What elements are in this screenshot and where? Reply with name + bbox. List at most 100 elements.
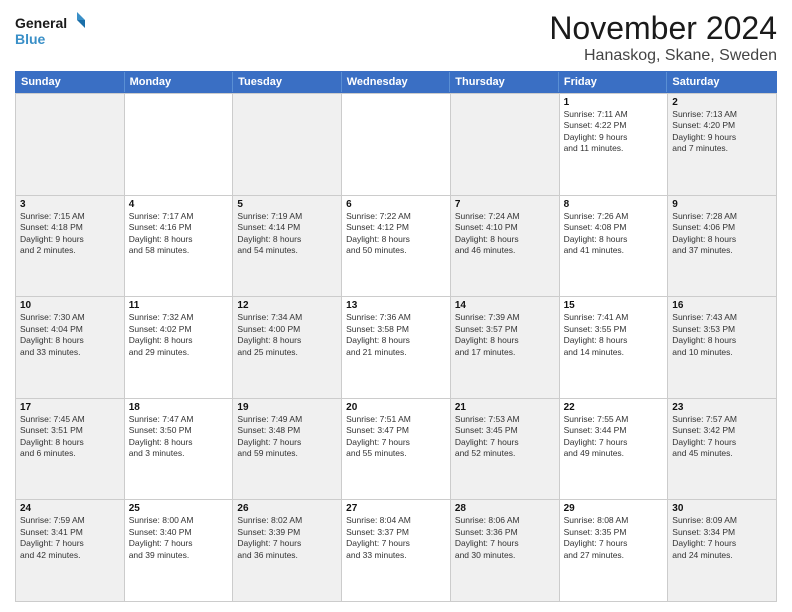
day-info-16: Sunrise: 7:43 AM Sunset: 3:53 PM Dayligh… bbox=[672, 312, 772, 358]
day-12: 12Sunrise: 7:34 AM Sunset: 4:00 PM Dayli… bbox=[233, 296, 342, 398]
header-friday: Friday bbox=[559, 72, 668, 92]
day-8: 8Sunrise: 7:26 AM Sunset: 4:08 PM Daylig… bbox=[560, 195, 669, 297]
day-number-10: 10 bbox=[20, 300, 120, 311]
week-row-1: 3Sunrise: 7:15 AM Sunset: 4:18 PM Daylig… bbox=[16, 195, 777, 297]
header-sunday: Sunday bbox=[16, 72, 125, 92]
empty-cell bbox=[342, 93, 451, 195]
svg-text:General: General bbox=[15, 15, 67, 31]
day-30: 30Sunrise: 8:09 AM Sunset: 3:34 PM Dayli… bbox=[668, 499, 777, 601]
day-number-27: 27 bbox=[346, 503, 446, 514]
day-number-8: 8 bbox=[564, 199, 664, 210]
day-number-23: 23 bbox=[672, 402, 772, 413]
day-number-16: 16 bbox=[672, 300, 772, 311]
week-row-2: 10Sunrise: 7:30 AM Sunset: 4:04 PM Dayli… bbox=[16, 296, 777, 398]
day-2: 2Sunrise: 7:13 AM Sunset: 4:20 PM Daylig… bbox=[668, 93, 777, 195]
calendar-body: 1Sunrise: 7:11 AM Sunset: 4:22 PM Daylig… bbox=[15, 93, 777, 602]
day-info-2: Sunrise: 7:13 AM Sunset: 4:20 PM Dayligh… bbox=[672, 109, 772, 155]
day-number-6: 6 bbox=[346, 199, 446, 210]
day-7: 7Sunrise: 7:24 AM Sunset: 4:10 PM Daylig… bbox=[451, 195, 560, 297]
day-5: 5Sunrise: 7:19 AM Sunset: 4:14 PM Daylig… bbox=[233, 195, 342, 297]
day-number-1: 1 bbox=[564, 97, 664, 108]
day-number-29: 29 bbox=[564, 503, 664, 514]
day-number-9: 9 bbox=[672, 199, 772, 210]
day-number-4: 4 bbox=[129, 199, 229, 210]
day-18: 18Sunrise: 7:47 AM Sunset: 3:50 PM Dayli… bbox=[125, 398, 234, 500]
page: General Blue November 2024 Hanaskog, Ska… bbox=[0, 0, 792, 612]
day-15: 15Sunrise: 7:41 AM Sunset: 3:55 PM Dayli… bbox=[560, 296, 669, 398]
header: General Blue November 2024 Hanaskog, Ska… bbox=[15, 10, 777, 65]
day-number-25: 25 bbox=[129, 503, 229, 514]
day-17: 17Sunrise: 7:45 AM Sunset: 3:51 PM Dayli… bbox=[16, 398, 125, 500]
empty-cell bbox=[451, 93, 560, 195]
svg-text:Blue: Blue bbox=[15, 31, 46, 47]
day-info-19: Sunrise: 7:49 AM Sunset: 3:48 PM Dayligh… bbox=[237, 414, 337, 460]
day-10: 10Sunrise: 7:30 AM Sunset: 4:04 PM Dayli… bbox=[16, 296, 125, 398]
day-number-2: 2 bbox=[672, 97, 772, 108]
day-24: 24Sunrise: 7:59 AM Sunset: 3:41 PM Dayli… bbox=[16, 499, 125, 601]
day-info-10: Sunrise: 7:30 AM Sunset: 4:04 PM Dayligh… bbox=[20, 312, 120, 358]
day-info-25: Sunrise: 8:00 AM Sunset: 3:40 PM Dayligh… bbox=[129, 515, 229, 561]
day-number-28: 28 bbox=[455, 503, 555, 514]
day-info-27: Sunrise: 8:04 AM Sunset: 3:37 PM Dayligh… bbox=[346, 515, 446, 561]
day-21: 21Sunrise: 7:53 AM Sunset: 3:45 PM Dayli… bbox=[451, 398, 560, 500]
empty-cell bbox=[125, 93, 234, 195]
day-number-14: 14 bbox=[455, 300, 555, 311]
calendar: Sunday Monday Tuesday Wednesday Thursday… bbox=[15, 71, 777, 602]
day-info-26: Sunrise: 8:02 AM Sunset: 3:39 PM Dayligh… bbox=[237, 515, 337, 561]
day-27: 27Sunrise: 8:04 AM Sunset: 3:37 PM Dayli… bbox=[342, 499, 451, 601]
calendar-header: Sunday Monday Tuesday Wednesday Thursday… bbox=[15, 71, 777, 93]
location: Hanaskog, Skane, Sweden bbox=[549, 47, 777, 65]
day-info-9: Sunrise: 7:28 AM Sunset: 4:06 PM Dayligh… bbox=[672, 211, 772, 257]
day-11: 11Sunrise: 7:32 AM Sunset: 4:02 PM Dayli… bbox=[125, 296, 234, 398]
day-number-19: 19 bbox=[237, 402, 337, 413]
empty-cell bbox=[16, 93, 125, 195]
day-info-21: Sunrise: 7:53 AM Sunset: 3:45 PM Dayligh… bbox=[455, 414, 555, 460]
day-6: 6Sunrise: 7:22 AM Sunset: 4:12 PM Daylig… bbox=[342, 195, 451, 297]
header-wednesday: Wednesday bbox=[342, 72, 451, 92]
day-number-7: 7 bbox=[455, 199, 555, 210]
header-thursday: Thursday bbox=[450, 72, 559, 92]
day-13: 13Sunrise: 7:36 AM Sunset: 3:58 PM Dayli… bbox=[342, 296, 451, 398]
day-info-29: Sunrise: 8:08 AM Sunset: 3:35 PM Dayligh… bbox=[564, 515, 664, 561]
day-number-12: 12 bbox=[237, 300, 337, 311]
day-number-15: 15 bbox=[564, 300, 664, 311]
day-number-13: 13 bbox=[346, 300, 446, 311]
day-number-22: 22 bbox=[564, 402, 664, 413]
day-number-21: 21 bbox=[455, 402, 555, 413]
day-number-26: 26 bbox=[237, 503, 337, 514]
title-section: November 2024 Hanaskog, Skane, Sweden bbox=[549, 10, 777, 65]
day-info-8: Sunrise: 7:26 AM Sunset: 4:08 PM Dayligh… bbox=[564, 211, 664, 257]
day-info-13: Sunrise: 7:36 AM Sunset: 3:58 PM Dayligh… bbox=[346, 312, 446, 358]
day-number-30: 30 bbox=[672, 503, 772, 514]
day-9: 9Sunrise: 7:28 AM Sunset: 4:06 PM Daylig… bbox=[668, 195, 777, 297]
day-14: 14Sunrise: 7:39 AM Sunset: 3:57 PM Dayli… bbox=[451, 296, 560, 398]
day-info-23: Sunrise: 7:57 AM Sunset: 3:42 PM Dayligh… bbox=[672, 414, 772, 460]
day-28: 28Sunrise: 8:06 AM Sunset: 3:36 PM Dayli… bbox=[451, 499, 560, 601]
week-row-3: 17Sunrise: 7:45 AM Sunset: 3:51 PM Dayli… bbox=[16, 398, 777, 500]
header-saturday: Saturday bbox=[667, 72, 776, 92]
day-16: 16Sunrise: 7:43 AM Sunset: 3:53 PM Dayli… bbox=[668, 296, 777, 398]
month-title: November 2024 bbox=[549, 10, 777, 47]
day-number-20: 20 bbox=[346, 402, 446, 413]
day-info-1: Sunrise: 7:11 AM Sunset: 4:22 PM Dayligh… bbox=[564, 109, 664, 155]
day-22: 22Sunrise: 7:55 AM Sunset: 3:44 PM Dayli… bbox=[560, 398, 669, 500]
day-info-7: Sunrise: 7:24 AM Sunset: 4:10 PM Dayligh… bbox=[455, 211, 555, 257]
day-3: 3Sunrise: 7:15 AM Sunset: 4:18 PM Daylig… bbox=[16, 195, 125, 297]
day-info-24: Sunrise: 7:59 AM Sunset: 3:41 PM Dayligh… bbox=[20, 515, 120, 561]
day-info-28: Sunrise: 8:06 AM Sunset: 3:36 PM Dayligh… bbox=[455, 515, 555, 561]
day-info-14: Sunrise: 7:39 AM Sunset: 3:57 PM Dayligh… bbox=[455, 312, 555, 358]
day-info-4: Sunrise: 7:17 AM Sunset: 4:16 PM Dayligh… bbox=[129, 211, 229, 257]
day-number-17: 17 bbox=[20, 402, 120, 413]
day-4: 4Sunrise: 7:17 AM Sunset: 4:16 PM Daylig… bbox=[125, 195, 234, 297]
day-number-3: 3 bbox=[20, 199, 120, 210]
week-row-0: 1Sunrise: 7:11 AM Sunset: 4:22 PM Daylig… bbox=[16, 93, 777, 195]
header-monday: Monday bbox=[125, 72, 234, 92]
logo: General Blue bbox=[15, 10, 85, 50]
day-number-5: 5 bbox=[237, 199, 337, 210]
day-info-22: Sunrise: 7:55 AM Sunset: 3:44 PM Dayligh… bbox=[564, 414, 664, 460]
logo-svg: General Blue bbox=[15, 10, 85, 50]
day-info-6: Sunrise: 7:22 AM Sunset: 4:12 PM Dayligh… bbox=[346, 211, 446, 257]
day-info-20: Sunrise: 7:51 AM Sunset: 3:47 PM Dayligh… bbox=[346, 414, 446, 460]
week-row-4: 24Sunrise: 7:59 AM Sunset: 3:41 PM Dayli… bbox=[16, 499, 777, 601]
empty-cell bbox=[233, 93, 342, 195]
